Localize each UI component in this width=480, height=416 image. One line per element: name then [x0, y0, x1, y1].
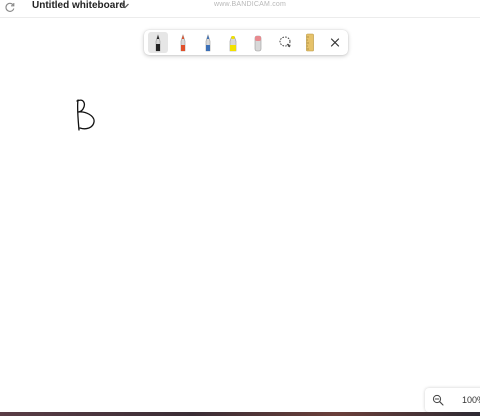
eraser-tool[interactable] — [248, 32, 268, 53]
lasso-select-tool[interactable] — [275, 32, 295, 53]
ink-stroke-letter-b[interactable] — [73, 97, 99, 133]
yellow-highlighter-tool[interactable] — [223, 32, 243, 53]
ruler-icon — [306, 33, 314, 52]
zoom-control: 100% — [425, 388, 480, 412]
bandicam-watermark: www.BANDICAM.com — [214, 1, 287, 8]
lasso-icon — [279, 36, 291, 48]
page-title[interactable]: Untitled whiteboard — [32, 0, 125, 12]
ruler-tool[interactable] — [300, 32, 320, 53]
zoom-out-icon[interactable] — [432, 394, 444, 406]
blue-pen-tool[interactable] — [198, 32, 218, 53]
taskbar-edge — [0, 412, 480, 416]
close-toolbar-button[interactable] — [325, 32, 345, 53]
black-pen-tool[interactable] — [148, 32, 168, 53]
sync-icon[interactable] — [4, 1, 16, 13]
close-icon — [330, 38, 340, 47]
blue-pen-icon — [205, 34, 211, 52]
red-pen-tool[interactable] — [173, 32, 193, 53]
title-bar: Untitled whiteboard www.BANDICAM.com — [0, 0, 480, 18]
chevron-down-icon[interactable] — [120, 2, 130, 10]
whiteboard-canvas[interactable] — [0, 18, 480, 412]
zoom-level[interactable]: 100% — [462, 394, 480, 406]
highlighter-icon — [229, 36, 237, 52]
eraser-icon — [254, 35, 262, 52]
pen-toolbar — [144, 30, 348, 55]
black-pen-icon — [155, 34, 161, 52]
red-pen-icon — [180, 34, 186, 52]
